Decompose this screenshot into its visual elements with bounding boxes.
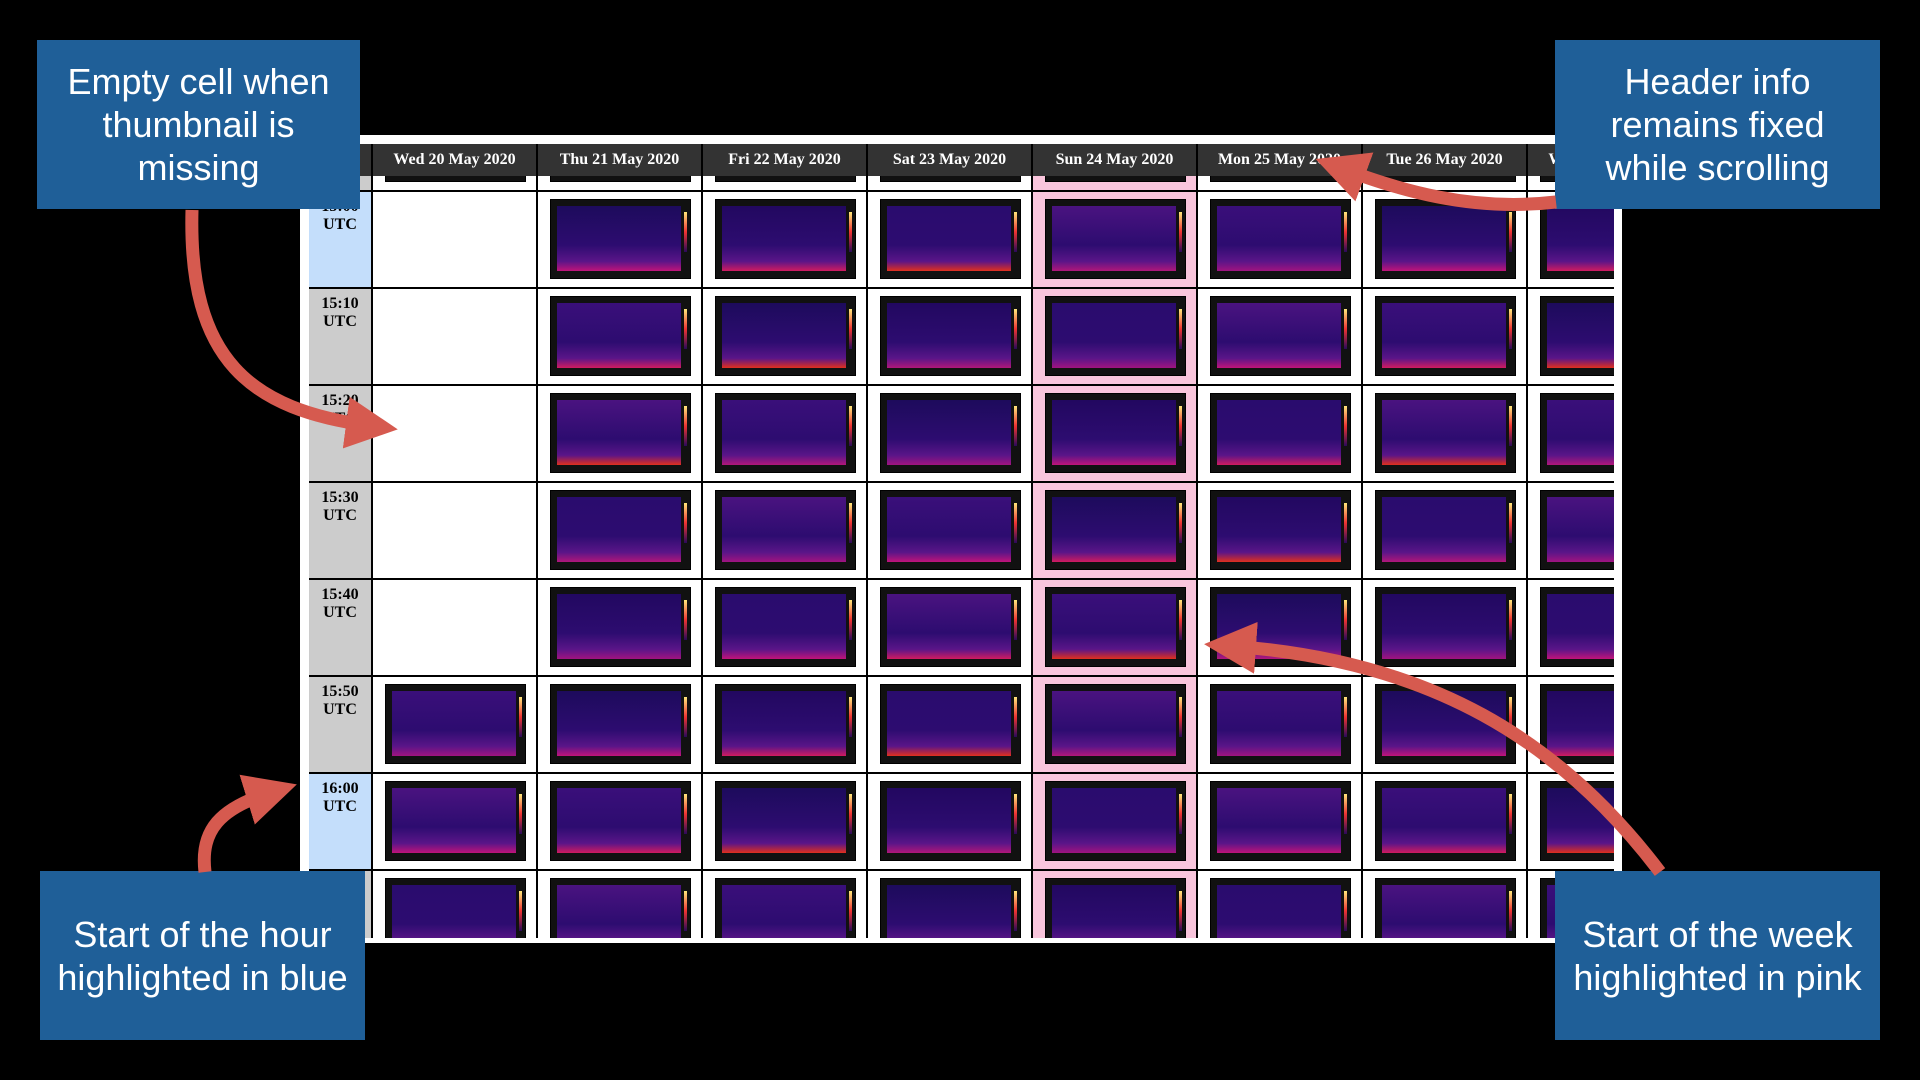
arrow-hour-start — [197, 774, 297, 873]
arrow-header-fixed — [1315, 152, 1557, 211]
arrow-empty-cell — [185, 209, 398, 449]
annotation-arrows — [185, 152, 1666, 876]
arrow-week-start — [1204, 621, 1666, 876]
